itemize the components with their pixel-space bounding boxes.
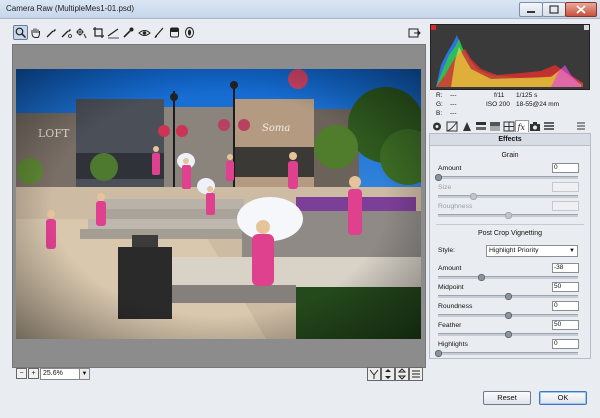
vignette-highlights-label: Highlights xyxy=(438,341,468,348)
vignette-midpoint-thumb[interactable] xyxy=(505,293,512,300)
spot-removal-tool-icon[interactable] xyxy=(122,26,135,39)
title-bar: Camera Raw (MultipleMes1-01.psd) xyxy=(0,0,600,19)
red-label: R: xyxy=(436,92,443,99)
status-bar: − + 25.6% ▼ xyxy=(12,367,424,381)
tab-tone-curve-icon[interactable] xyxy=(446,121,458,132)
vignette-roundness-thumb[interactable] xyxy=(505,312,512,319)
vignette-roundness-slider[interactable] xyxy=(438,312,578,319)
iso-value: ISO 200 xyxy=(486,101,510,108)
zoom-tool-icon[interactable] xyxy=(13,25,28,40)
maximize-button[interactable] xyxy=(542,2,566,17)
vignette-style-value: Highlight Priority xyxy=(489,247,539,254)
effects-panel: Effects Grain Amount 0 Size Roughness Po… xyxy=(429,133,591,359)
vignette-amount-label: Amount xyxy=(438,265,462,272)
grain-amount-label: Amount xyxy=(438,165,462,172)
grain-size-field xyxy=(552,182,579,192)
vignette-highlights-slider[interactable] xyxy=(435,350,578,357)
red-value: --- xyxy=(450,92,457,99)
rgb-info: R: --- G: --- B: --- f/11 1/125 s ISO 20… xyxy=(430,90,588,120)
ok-button[interactable]: OK xyxy=(539,391,587,405)
zoom-out-button[interactable]: − xyxy=(16,368,27,379)
grain-roughness-slider xyxy=(438,212,578,219)
red-eye-removal-tool-icon[interactable] xyxy=(138,26,151,39)
color-sampler-tool-icon[interactable] xyxy=(60,26,73,39)
zoom-in-button[interactable]: + xyxy=(28,368,39,379)
grain-size-slider xyxy=(438,193,578,200)
aperture-value: f/11 xyxy=(494,92,505,99)
histogram xyxy=(430,24,590,90)
vignette-feather-label: Feather xyxy=(438,322,462,329)
grain-roughness-thumb xyxy=(505,212,512,219)
vignette-feather-field[interactable]: 50 xyxy=(552,320,579,330)
lens-value: 18-55@24 mm xyxy=(516,101,560,108)
swap-before-after-icon[interactable] xyxy=(381,367,395,381)
white-balance-tool-icon[interactable] xyxy=(45,26,58,39)
section-divider xyxy=(436,224,584,225)
vignette-highlights-field[interactable]: 0 xyxy=(552,339,579,349)
tab-effects-icon[interactable]: fx xyxy=(515,120,529,132)
grain-roughness-field xyxy=(552,201,579,211)
window-title: Camera Raw (MultipleMes1-01.psd) xyxy=(6,4,135,13)
vignette-style-dropdown[interactable]: Highlight Priority ▼ xyxy=(486,245,578,257)
grain-amount-thumb[interactable] xyxy=(435,174,442,181)
straighten-tool-icon[interactable] xyxy=(107,26,120,39)
close-button[interactable] xyxy=(565,2,597,17)
graduated-filter-tool-icon[interactable] xyxy=(168,26,181,39)
vignette-style-label: Style: xyxy=(438,247,455,254)
tab-basic-icon[interactable] xyxy=(431,121,443,132)
zoom-dropdown-button[interactable]: ▼ xyxy=(79,368,90,380)
reset-button[interactable]: Reset xyxy=(483,391,531,405)
vignette-midpoint-slider[interactable] xyxy=(438,293,578,300)
tab-hsl-icon[interactable] xyxy=(475,121,487,132)
vignette-amount-thumb[interactable] xyxy=(478,274,486,281)
highlight-clipping-warning-icon[interactable] xyxy=(584,25,589,30)
grain-roughness-label: Roughness xyxy=(438,203,473,210)
photo-preview[interactable]: LOFT Soma xyxy=(16,69,421,339)
tab-presets-icon[interactable] xyxy=(543,121,555,132)
vignette-roundness-label: Roundness xyxy=(438,303,473,310)
vignette-feather-slider[interactable] xyxy=(438,331,578,338)
toolbar xyxy=(10,25,425,42)
panel-tabs: fx xyxy=(429,120,589,133)
vignette-amount-slider[interactable] xyxy=(438,274,578,281)
vignette-highlights-thumb[interactable] xyxy=(435,350,442,357)
preview-preferences-icon[interactable] xyxy=(409,367,423,381)
blue-value: --- xyxy=(450,110,457,117)
crop-tool-icon[interactable] xyxy=(92,26,105,39)
green-label: G: xyxy=(436,101,443,108)
grain-size-label: Size xyxy=(438,184,452,191)
copy-settings-icon[interactable] xyxy=(395,367,409,381)
svg-text:fx: fx xyxy=(517,123,526,132)
vignette-midpoint-field[interactable]: 50 xyxy=(552,282,579,292)
vignette-feather-thumb[interactable] xyxy=(505,331,512,338)
targeted-adjustment-tool-icon[interactable] xyxy=(75,26,88,39)
tab-split-toning-icon[interactable] xyxy=(489,121,501,132)
vignette-roundness-field[interactable]: 0 xyxy=(552,301,579,311)
tab-detail-icon[interactable] xyxy=(461,121,473,132)
tab-camera-calibration-icon[interactable] xyxy=(529,121,541,132)
panel-menu-icon[interactable] xyxy=(575,121,587,132)
open-preferences-icon[interactable] xyxy=(408,26,421,39)
blue-label: B: xyxy=(436,110,443,117)
panel-title: Effects xyxy=(430,134,590,146)
hand-tool-icon[interactable] xyxy=(29,26,42,39)
grain-size-thumb xyxy=(470,193,477,200)
minimize-button[interactable] xyxy=(519,2,543,17)
vignette-midpoint-label: Midpoint xyxy=(438,284,464,291)
zoom-level-field[interactable]: 25.6% xyxy=(40,368,80,380)
shadow-clipping-warning-icon[interactable] xyxy=(431,25,436,30)
green-value: --- xyxy=(450,101,457,108)
tab-lens-corrections-icon[interactable] xyxy=(503,121,515,132)
chevron-down-icon: ▼ xyxy=(569,248,575,254)
grain-heading: Grain xyxy=(501,152,519,159)
shutter-speed-value: 1/125 s xyxy=(516,92,538,99)
grain-amount-field[interactable]: 0 xyxy=(552,163,579,173)
image-preview-area[interactable]: LOFT Soma xyxy=(12,44,426,368)
vignetting-heading: Post Crop Vignetting xyxy=(477,230,543,237)
grain-amount-slider[interactable] xyxy=(435,174,578,181)
toggle-before-after-icon[interactable] xyxy=(367,367,381,381)
radial-filter-tool-icon[interactable] xyxy=(183,26,196,39)
adjustment-brush-tool-icon[interactable] xyxy=(153,26,166,39)
vignette-amount-field[interactable]: -38 xyxy=(552,263,579,273)
